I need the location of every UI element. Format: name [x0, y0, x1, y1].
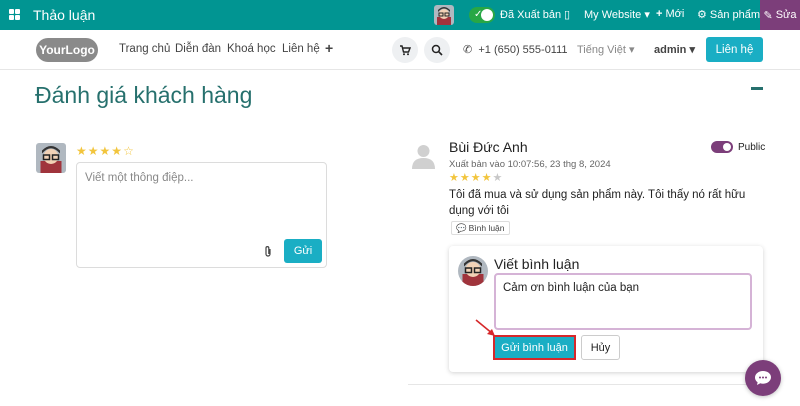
products-label: Sản phẩm — [709, 9, 761, 21]
rating-input[interactable]: ★ ★ ★ ★ ☆ — [76, 144, 134, 158]
star-icon: ★ — [449, 172, 459, 184]
comment-input[interactable]: Cảm ơn bình luận của bạn — [494, 273, 752, 330]
collapse-icon[interactable] — [751, 87, 763, 90]
live-chat-button[interactable] — [745, 360, 781, 396]
page-title: Đánh giá khách hàng — [35, 82, 253, 108]
site-header: YourLogo Trang chủ Diễn đàn Khoá học Liê… — [0, 30, 800, 70]
public-toggle[interactable]: Public — [711, 141, 765, 153]
star-icon[interactable]: ★ — [88, 144, 99, 158]
search-icon[interactable] — [424, 37, 450, 63]
star-icon: ★ — [470, 172, 481, 184]
star-icon[interactable]: ★ — [76, 144, 87, 158]
new-button[interactable]: + Mới — [656, 8, 684, 20]
apps-menu-icon[interactable] — [9, 9, 20, 20]
star-icon[interactable]: ☆ — [123, 144, 134, 158]
site-logo[interactable]: YourLogo — [36, 38, 98, 62]
review-rating: ★ ★ ★ ★ ★ — [449, 171, 502, 184]
reviewer-name: Bùi Đức Anh — [449, 139, 528, 155]
chat-icon — [755, 371, 771, 385]
user-name: admin — [654, 44, 687, 56]
send-button[interactable]: Gửi — [284, 239, 322, 263]
nav-item-home[interactable]: Trang chủ — [119, 43, 170, 55]
language-selector[interactable]: Tiếng Việt ▾ — [577, 43, 635, 56]
published-toggle[interactable]: ✓ Đã Xuất bản — [469, 6, 561, 24]
nav-item-forum[interactable]: Diễn đàn — [175, 43, 221, 55]
user-menu[interactable]: admin ▾ — [654, 43, 695, 56]
published-switch-icon: ✓ — [469, 7, 495, 23]
comment-bubble-icon: 💬 — [456, 222, 467, 233]
comment-badge-label: Bình luận — [468, 223, 505, 233]
reviewer-avatar-icon — [410, 142, 437, 169]
attachment-icon[interactable] — [263, 245, 273, 261]
message-composer: Viết một thông điệp... Gửi — [76, 162, 327, 268]
public-switch-icon — [711, 141, 733, 153]
star-icon[interactable]: ★ — [100, 144, 111, 158]
star-icon: ★ — [492, 172, 503, 184]
phone-icon: ✆ — [463, 44, 473, 56]
review-text: Tôi đã mua và sử dụng sản phẩm này. Tôi … — [449, 189, 746, 217]
cancel-comment-button[interactable]: Hủy — [581, 335, 620, 360]
message-input[interactable]: Viết một thông điệp... — [85, 172, 193, 184]
star-icon: ★ — [459, 172, 470, 184]
admin-bar: Thảo luận ✓ Đã Xuất bản ▯ My Website ▾ +… — [0, 0, 800, 30]
products-button[interactable]: ⚙ Sản phẩm — [697, 8, 760, 21]
nav-item-courses[interactable]: Khoá học — [227, 43, 276, 55]
comment-form-title: Viết bình luận — [494, 256, 580, 272]
edit-button[interactable]: ✎ Sửa — [760, 0, 800, 30]
website-label: My Website — [584, 9, 642, 21]
edit-label: Sửa — [775, 9, 797, 21]
cart-icon[interactable] — [392, 37, 418, 63]
review-date: Xuất bản vào 10:07:56, 23 thg 8, 2024 — [449, 159, 611, 170]
star-icon[interactable]: ★ — [111, 144, 122, 158]
mobile-preview-icon[interactable]: ▯ — [564, 8, 570, 21]
submit-comment-button[interactable]: Gửi bình luận — [493, 335, 576, 360]
logo-text: YourLogo — [39, 43, 95, 57]
phone-number: +1 (650) 555-0111 — [478, 44, 568, 56]
website-switcher[interactable]: My Website ▾ — [584, 8, 650, 21]
app-title[interactable]: Thảo luận — [33, 7, 95, 23]
nav-item-contact[interactable]: Liên hệ — [282, 43, 320, 55]
user-avatar-icon[interactable] — [434, 5, 454, 25]
add-menu-icon[interactable]: + — [325, 40, 333, 56]
contact-button[interactable]: Liên hệ — [706, 37, 763, 62]
phone-link[interactable]: ✆ +1 (650) 555-0111 — [463, 43, 568, 56]
published-label: Đã Xuất bản — [500, 9, 562, 21]
language-label: Tiếng Việt — [577, 44, 626, 56]
star-icon: ★ — [481, 172, 492, 184]
commenter-avatar — [458, 256, 488, 286]
comment-badge[interactable]: 💬 Bình luận — [451, 221, 510, 235]
new-label: Mới — [665, 8, 685, 20]
public-label: Public — [738, 141, 766, 153]
divider — [408, 384, 764, 385]
current-user-avatar — [36, 143, 66, 173]
